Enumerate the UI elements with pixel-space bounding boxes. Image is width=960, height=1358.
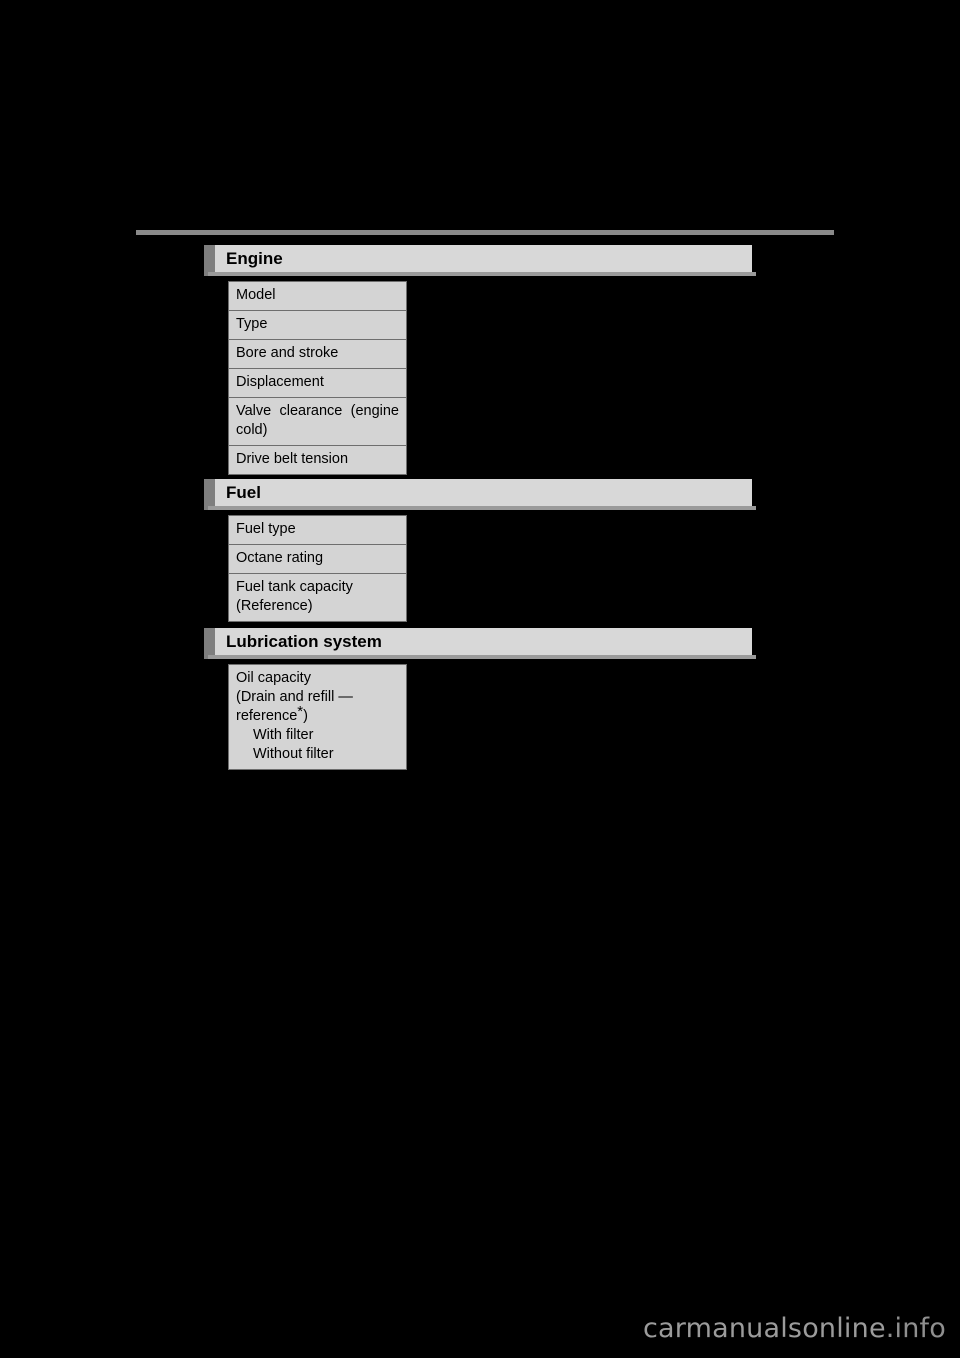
table-row: Displacement (229, 369, 406, 398)
section-accent-block (204, 628, 215, 659)
spec-sublabel-without-filter: Without filter (253, 746, 334, 762)
site-watermark: carmanualsonline.info (643, 1313, 946, 1344)
section-header-bar: Engine (204, 245, 756, 276)
spec-label: Octane rating (236, 550, 324, 566)
table-row: Drive belt tension (229, 446, 406, 474)
table-row: Oil capacity (Drain and refill — referen… (229, 665, 406, 769)
section-header-bar: Lubrication system (204, 628, 756, 659)
section-engine-header: Engine (204, 245, 756, 276)
watermark-text: carmanualsonline (643, 1313, 886, 1344)
watermark-suffix: .info (885, 1313, 946, 1344)
spec-label-oil-capacity: Oil capacity (236, 670, 311, 686)
spec-label: Fuel type (236, 521, 296, 537)
section-header-bar: Fuel (204, 479, 756, 510)
spec-label: Drive belt tension (236, 451, 349, 467)
spec-label-reference-close: ) (303, 708, 308, 724)
section-title-lubrication: Lubrication system (226, 632, 382, 651)
section-fuel-header: Fuel (204, 479, 756, 510)
spec-sublabel-with-filter: With filter (253, 727, 314, 743)
table-row: Fuel type (229, 516, 406, 545)
section-accent-block (204, 479, 215, 510)
footnote-asterisk: * (297, 703, 304, 720)
table-row: Fuel tank capacity (Reference) (229, 574, 406, 621)
spec-label: Displacement (236, 374, 324, 390)
spec-label: Bore and stroke (236, 345, 339, 361)
spec-label: Type (236, 316, 268, 332)
table-row: Type (229, 311, 406, 340)
section-accent-block (204, 245, 215, 276)
spec-table-fuel: Fuel type Octane rating Fuel tank capaci… (228, 515, 407, 622)
spec-table-lubrication: Oil capacity (Drain and refill — referen… (228, 664, 407, 770)
table-row: Bore and stroke (229, 340, 406, 369)
section-lubrication-header: Lubrication system (204, 628, 756, 659)
spec-label: Model (236, 287, 276, 303)
table-row: Valve clearance (engine cold) (229, 398, 406, 446)
section-title-engine: Engine (226, 249, 283, 268)
spec-label-reference: reference (236, 708, 298, 724)
table-row: Model (229, 282, 406, 311)
spec-label-drain-refill: (Drain and refill — (236, 689, 353, 705)
section-title-fuel: Fuel (226, 483, 261, 502)
page-top-rule (136, 230, 834, 235)
spec-table-engine: Model Type Bore and stroke Displacement … (228, 281, 407, 475)
table-row: Octane rating (229, 545, 406, 574)
manual-page: Engine Model Type Bore and stroke Displa… (0, 0, 960, 1358)
